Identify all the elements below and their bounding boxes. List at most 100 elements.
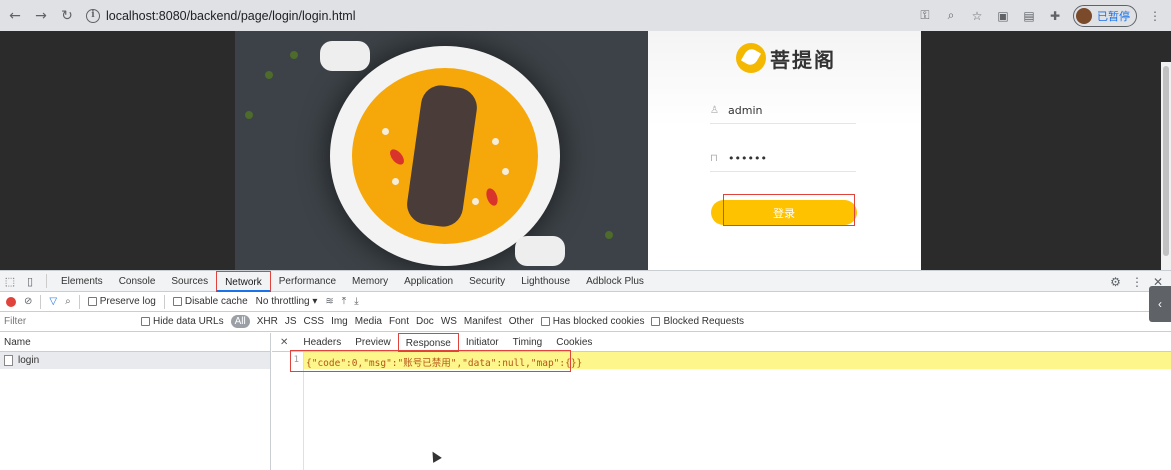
tab-application[interactable]: Application [396,271,461,292]
herb-decoration [605,231,613,239]
user-icon: ♙ [710,105,719,116]
brand-name: 菩提阁 [770,47,836,72]
type-filter-media[interactable]: Media [355,316,382,327]
filter-input[interactable]: Filter [4,316,134,327]
clear-icon[interactable]: ⊘ [24,296,32,307]
preserve-log-checkbox[interactable]: Preserve log [87,296,156,307]
address-bar[interactable]: i localhost:8080/backend/page/login/logi… [86,4,355,28]
blocked-cookies-checkbox[interactable]: Has blocked cookies [540,316,644,327]
browser-toolbar: ← → ↻ i localhost:8080/backend/page/logi… [0,0,1171,31]
herb-decoration [245,111,253,119]
type-filter-css[interactable]: CSS [304,316,325,327]
type-filter-other[interactable]: Other [509,316,534,327]
tab-performance[interactable]: Performance [271,271,344,292]
more-options-icon[interactable]: ⋮ [1131,275,1143,289]
request-row[interactable]: login [0,352,270,369]
translate-icon[interactable]: ▤ [1021,8,1037,24]
request-name: login [18,355,40,366]
tab-cookies[interactable]: Cookies [549,333,599,352]
inspect-element-icon[interactable]: ⬚ [0,271,20,291]
type-filter-all[interactable]: All [230,315,250,328]
settings-gear-icon[interactable]: ⚙ [1110,275,1121,289]
avatar [1076,7,1092,24]
disable-cache-checkbox[interactable]: Disable cache [172,296,248,307]
name-column-header[interactable]: Name [0,333,270,352]
devtools-panel: ⬚ ▯ Elements Console Sources Network Per… [0,270,1171,470]
menu-kebab-icon[interactable]: ⋮ [1147,8,1163,24]
extensions-puzzle-icon[interactable]: ✚ [1047,8,1063,24]
reload-icon[interactable]: ↻ [56,5,78,27]
record-icon[interactable] [6,296,16,307]
throttling-select[interactable]: No throttling ▾ [256,296,318,307]
soup [352,68,538,244]
highlight-box [723,194,855,226]
extension-off-icon[interactable]: ▣ [995,8,1011,24]
type-filter-xhr[interactable]: XHR [257,316,278,327]
key-icon[interactable]: ⚿ [917,8,933,24]
brand-logo: 菩提阁 [736,43,836,73]
bowl-handle [320,41,370,71]
upload-icon[interactable]: ⤒ [342,296,346,307]
seed [472,198,479,205]
highlight-box [290,350,571,372]
tab-network[interactable]: Network [216,270,271,292]
tab-elements[interactable]: Elements [53,271,111,292]
herb-decoration [265,71,273,79]
tab-adblock-plus[interactable]: Adblock Plus [578,271,652,292]
collapse-arrow-icon[interactable]: ‹ [1149,286,1171,322]
password-field[interactable]: ⊓ •••••• [710,146,856,172]
tab-preview[interactable]: Preview [348,333,398,352]
tab-headers[interactable]: Headers [296,333,348,352]
tab-lighthouse[interactable]: Lighthouse [513,271,578,292]
username-field[interactable]: ♙ admin [710,98,856,124]
type-filter-manifest[interactable]: Manifest [464,316,502,327]
download-icon[interactable]: ⤓ [354,296,358,307]
lock-icon: ⊓ [710,153,718,164]
site-info-icon[interactable]: i [86,8,100,23]
devtools-tab-bar: ⬚ ▯ Elements Console Sources Network Per… [0,270,1171,292]
type-filter-font[interactable]: Font [389,316,409,327]
divider [163,294,165,309]
tab-memory[interactable]: Memory [344,271,396,292]
browser-actions: ⚿ ⌕ ☆ ▣ ▤ ✚ 已暂停 ⋮ [917,0,1163,31]
sea-cucumber [404,82,480,230]
hide-data-urls-checkbox[interactable]: Hide data URLs [141,316,224,327]
tab-response[interactable]: Response [397,332,459,352]
filter-funnel-icon[interactable]: ▽ [49,296,57,307]
filter-bar: Filter Hide data URLs All XHR JS CSS Img… [0,312,1171,332]
logo-leaf-icon [736,43,766,73]
close-detail-icon[interactable]: ✕ [276,337,296,348]
password-value[interactable]: •••••• [728,152,767,165]
mouse-cursor-icon [428,449,442,463]
search-icon[interactable]: ⌕ [65,296,71,307]
wifi-icon[interactable]: ≋ [325,296,333,307]
profile-button[interactable]: 已暂停 [1073,4,1137,27]
type-filter-doc[interactable]: Doc [416,316,434,327]
goji-berry [387,146,407,168]
request-list: Name login [0,333,271,470]
tab-initiator[interactable]: Initiator [459,333,506,352]
type-filter-ws[interactable]: WS [441,316,457,327]
type-filter-js[interactable]: JS [285,316,297,327]
tab-security[interactable]: Security [461,271,513,292]
tab-console[interactable]: Console [111,271,164,292]
request-detail: ✕ Headers Preview Response Initiator Tim… [272,332,1171,470]
type-filter-img[interactable]: Img [331,316,348,327]
bookmark-star-icon[interactable]: ☆ [969,8,985,24]
back-icon[interactable]: ← [4,5,26,27]
blocked-requests-checkbox[interactable]: Blocked Requests [651,316,744,327]
url-text[interactable]: localhost:8080/backend/page/login/login.… [106,9,355,23]
zoom-icon[interactable]: ⌕ [943,8,959,24]
response-viewer[interactable]: 1 {"code":0,"msg":"账号已禁用","data":null,"m… [272,350,1171,470]
device-toggle-icon[interactable]: ▯ [20,271,40,291]
scrollbar-thumb[interactable] [1163,66,1169,256]
forward-icon[interactable]: → [30,5,52,27]
divider [78,294,80,309]
page-scrollbar[interactable] [1161,62,1171,301]
tab-sources[interactable]: Sources [163,271,216,292]
food-photo [235,31,648,270]
username-value[interactable]: admin [728,104,762,117]
seed [392,178,399,185]
profile-label: 已暂停 [1097,10,1130,23]
tab-timing[interactable]: Timing [506,333,550,352]
